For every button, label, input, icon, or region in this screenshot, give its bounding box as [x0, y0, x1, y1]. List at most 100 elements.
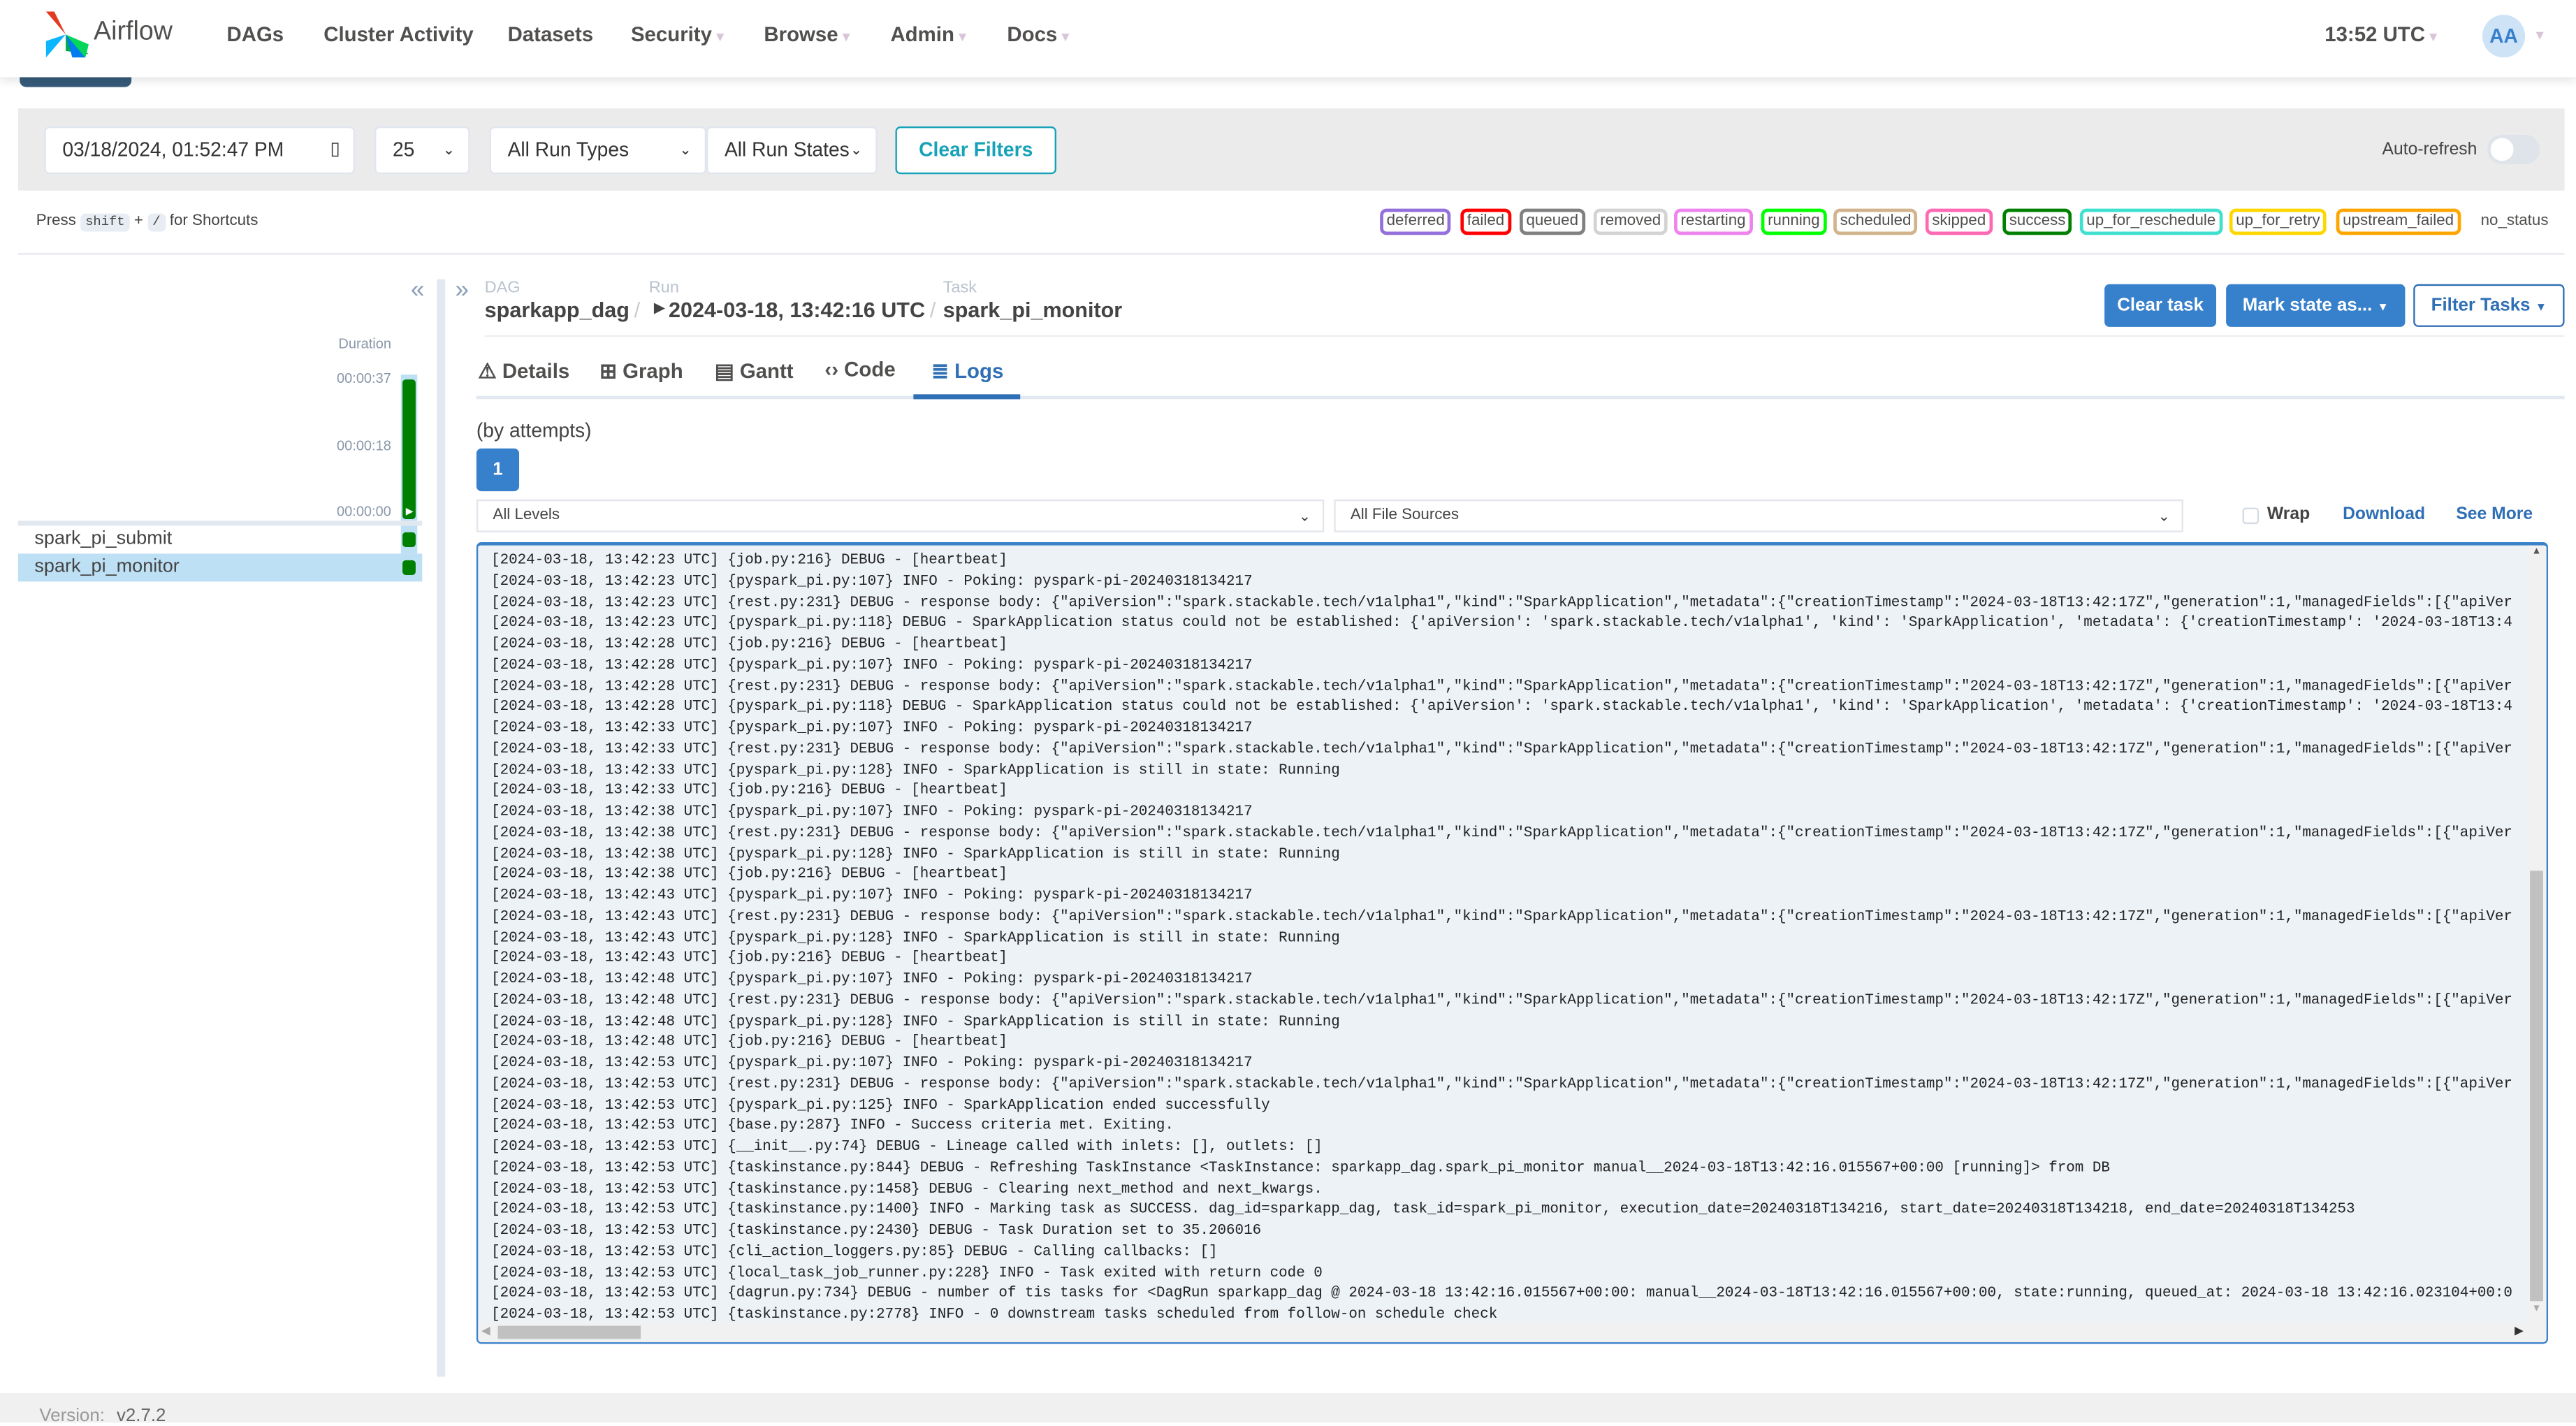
wrap-label[interactable]: Wrap — [2267, 504, 2310, 524]
breadcrumb-separator: / — [634, 297, 641, 322]
legend-badge-queued[interactable]: queued — [1520, 208, 1585, 235]
tab-details[interactable]: ⚠ Details — [478, 358, 569, 383]
nav-security-label: Security — [630, 22, 712, 46]
caret-down-icon: ▼ — [2377, 302, 2389, 314]
log-line: [2024-03-18, 13:42:28 UTC] {pyspark_pi.p… — [491, 656, 1253, 674]
graph-icon: ⊞ — [599, 359, 617, 383]
scroll-up-icon[interactable]: ▲ — [2532, 547, 2542, 557]
horizontal-scrollbar[interactable]: ◀ ▶ — [478, 1322, 2547, 1343]
horizontal-scroll-thumb[interactable] — [497, 1325, 641, 1339]
legend-badge-up-for-reschedule[interactable]: up_for_reschedule — [2079, 208, 2222, 235]
duration-label: Duration — [338, 335, 391, 352]
vertical-scrollbar[interactable]: ▲ ▼ — [2526, 545, 2547, 1326]
task-row-spark-pi-monitor[interactable]: spark_pi_monitor — [17, 553, 423, 582]
breadcrumb-run[interactable]: 2024-03-18, 13:42:16 UTC — [669, 298, 925, 322]
wrap-checkbox[interactable] — [2242, 507, 2260, 525]
log-viewer[interactable]: [2024-03-18, 13:42:23 UTC] {job.py:216} … — [476, 541, 2549, 1344]
tab-label: Code — [844, 358, 896, 381]
duration-tick: 00:00:18 — [337, 437, 391, 453]
nav-cluster-activity[interactable]: Cluster Activity — [323, 23, 474, 46]
task-instance-success[interactable] — [402, 560, 416, 575]
legend-badge-scheduled[interactable]: scheduled — [1833, 208, 1918, 235]
scroll-down-icon[interactable]: ▼ — [2532, 1304, 2542, 1314]
log-line: [2024-03-18, 13:42:38 UTC] {pyspark_pi.p… — [491, 803, 1253, 820]
calendar-icon[interactable]: ▯ — [330, 128, 340, 172]
tab-gantt[interactable]: ▤ Gantt — [715, 358, 794, 383]
legend-badge-up-for-retry[interactable]: up_for_retry — [2229, 208, 2327, 235]
panel-resize-handle[interactable] — [437, 279, 446, 1377]
nav-datasets-label: Datasets — [507, 22, 594, 46]
divider — [17, 253, 2565, 255]
legend-badge-no-status[interactable]: no_status — [2474, 208, 2555, 235]
log-line: [2024-03-18, 13:42:43 UTC] {pyspark_pi.p… — [491, 929, 1340, 946]
task-row-spark-pi-submit[interactable]: spark_pi_submit — [18, 525, 422, 554]
log-level-select[interactable]: All Levels ⌄ — [476, 499, 1325, 532]
scroll-right-icon[interactable]: ▶ — [2515, 1324, 2524, 1337]
log-line: [2024-03-18, 13:42:38 UTC] {pyspark_pi.p… — [491, 845, 1340, 862]
airflow-logo-icon[interactable] — [39, 8, 92, 61]
download-link[interactable]: Download — [2343, 504, 2425, 524]
log-line: [2024-03-18, 13:42:53 UTC] {base.py:287}… — [491, 1117, 1174, 1135]
expand-details-icon[interactable]: » — [455, 276, 469, 304]
breadcrumb-dag[interactable]: sparkapp_dag — [485, 298, 630, 322]
num-runs-select[interactable]: 25 ⌄ — [374, 126, 470, 175]
run-duration-bar[interactable]: ▶ — [402, 379, 416, 520]
chevron-down-icon: ⌄ — [850, 141, 863, 158]
log-line: [2024-03-18, 13:42:28 UTC] {rest.py:231}… — [491, 677, 2512, 694]
log-line: [2024-03-18, 13:42:28 UTC] {pyspark_pi.p… — [491, 698, 2512, 715]
gantt-icon: ▤ — [714, 359, 734, 383]
version-link[interactable]: v2.7.2 — [117, 1406, 166, 1426]
log-line: [2024-03-18, 13:42:53 UTC] {taskinstance… — [491, 1306, 1498, 1323]
mark-state-button[interactable]: Mark state as... ▼ — [2226, 284, 2406, 327]
nav-admin-label: Admin — [890, 22, 954, 46]
clear-filters-button[interactable]: Clear Filters — [895, 126, 1056, 175]
shortcuts-suffix: for Shortcuts — [169, 212, 259, 231]
tab-logs[interactable]: ≣ Logs — [931, 358, 1003, 383]
file-source-select[interactable]: All File Sources ⌄ — [1334, 499, 2184, 532]
base-date-input[interactable]: 03/18/2024, 01:52:47 PM ▯ — [44, 126, 355, 175]
filter-tasks-button[interactable]: Filter Tasks ▼ — [2413, 284, 2565, 327]
nav-dags[interactable]: DAGs — [226, 23, 284, 46]
log-line: [2024-03-18, 13:42:53 UTC] {__init__.py:… — [491, 1138, 1323, 1156]
clock-dropdown[interactable]: 13:52 UTC ▼ — [2324, 23, 2440, 46]
legend-badge-skipped[interactable]: skipped — [1925, 208, 1993, 235]
scroll-left-icon[interactable]: ◀ — [481, 1324, 490, 1337]
nav-docs[interactable]: Docs ▼ — [1007, 23, 1072, 46]
file-source-value: All File Sources — [1350, 506, 1460, 525]
legend-badge-upstream-failed[interactable]: upstream_failed — [2336, 208, 2461, 235]
tab-label: Graph — [623, 359, 683, 383]
auto-refresh-label: Auto-refresh — [2382, 139, 2477, 160]
nav-datasets[interactable]: Datasets — [508, 23, 594, 46]
nav-browse[interactable]: Browse ▼ — [764, 23, 852, 46]
vertical-scroll-thumb[interactable] — [2530, 871, 2543, 1302]
tab-graph[interactable]: ⊞ Graph — [599, 358, 683, 383]
attempt-1-button[interactable]: 1 — [476, 448, 520, 492]
filter-bar: 03/18/2024, 01:52:47 PM ▯ 25 ⌄ All Run Typ… — [17, 108, 2565, 191]
duration-tick: 00:00:00 — [337, 502, 391, 520]
legend-badge-deferred[interactable]: deferred — [1380, 208, 1452, 235]
plus-sign: + — [133, 212, 143, 231]
user-avatar[interactable]: AA — [2482, 15, 2526, 58]
legend-badge-removed[interactable]: removed — [1593, 208, 1668, 235]
log-line: [2024-03-18, 13:42:33 UTC] {rest.py:231}… — [491, 740, 2512, 757]
nav-admin[interactable]: Admin ▼ — [890, 23, 968, 46]
legend-badge-restarting[interactable]: restarting — [1674, 208, 1753, 235]
auto-refresh-toggle[interactable] — [2487, 134, 2540, 165]
clear-task-button[interactable]: Clear task — [2104, 284, 2217, 327]
clock-time: 13:52 UTC — [2324, 22, 2425, 46]
brand-name[interactable]: Airflow — [94, 18, 173, 48]
run-state-select[interactable]: All Run States ⌄ — [706, 126, 878, 175]
legend-badge-running[interactable]: running — [1761, 208, 1827, 235]
tab-code[interactable]: ‹› Code — [824, 358, 895, 381]
nav-security[interactable]: Security ▼ — [631, 23, 727, 46]
breadcrumb-task[interactable]: spark_pi_monitor — [943, 298, 1123, 322]
run-type-select[interactable]: All Run Types ⌄ — [489, 126, 707, 175]
legend-badge-failed[interactable]: failed — [1460, 208, 1511, 235]
task-instance-success[interactable] — [402, 532, 416, 548]
duration-tick: 00:00:37 — [337, 370, 391, 386]
log-line: [2024-03-18, 13:42:53 UTC] {taskinstance… — [491, 1201, 2355, 1218]
collapse-grid-icon[interactable]: « — [411, 276, 425, 304]
code-icon: ‹› — [824, 358, 838, 381]
legend-badge-success[interactable]: success — [2002, 208, 2072, 235]
see-more-link[interactable]: See More — [2456, 504, 2533, 524]
